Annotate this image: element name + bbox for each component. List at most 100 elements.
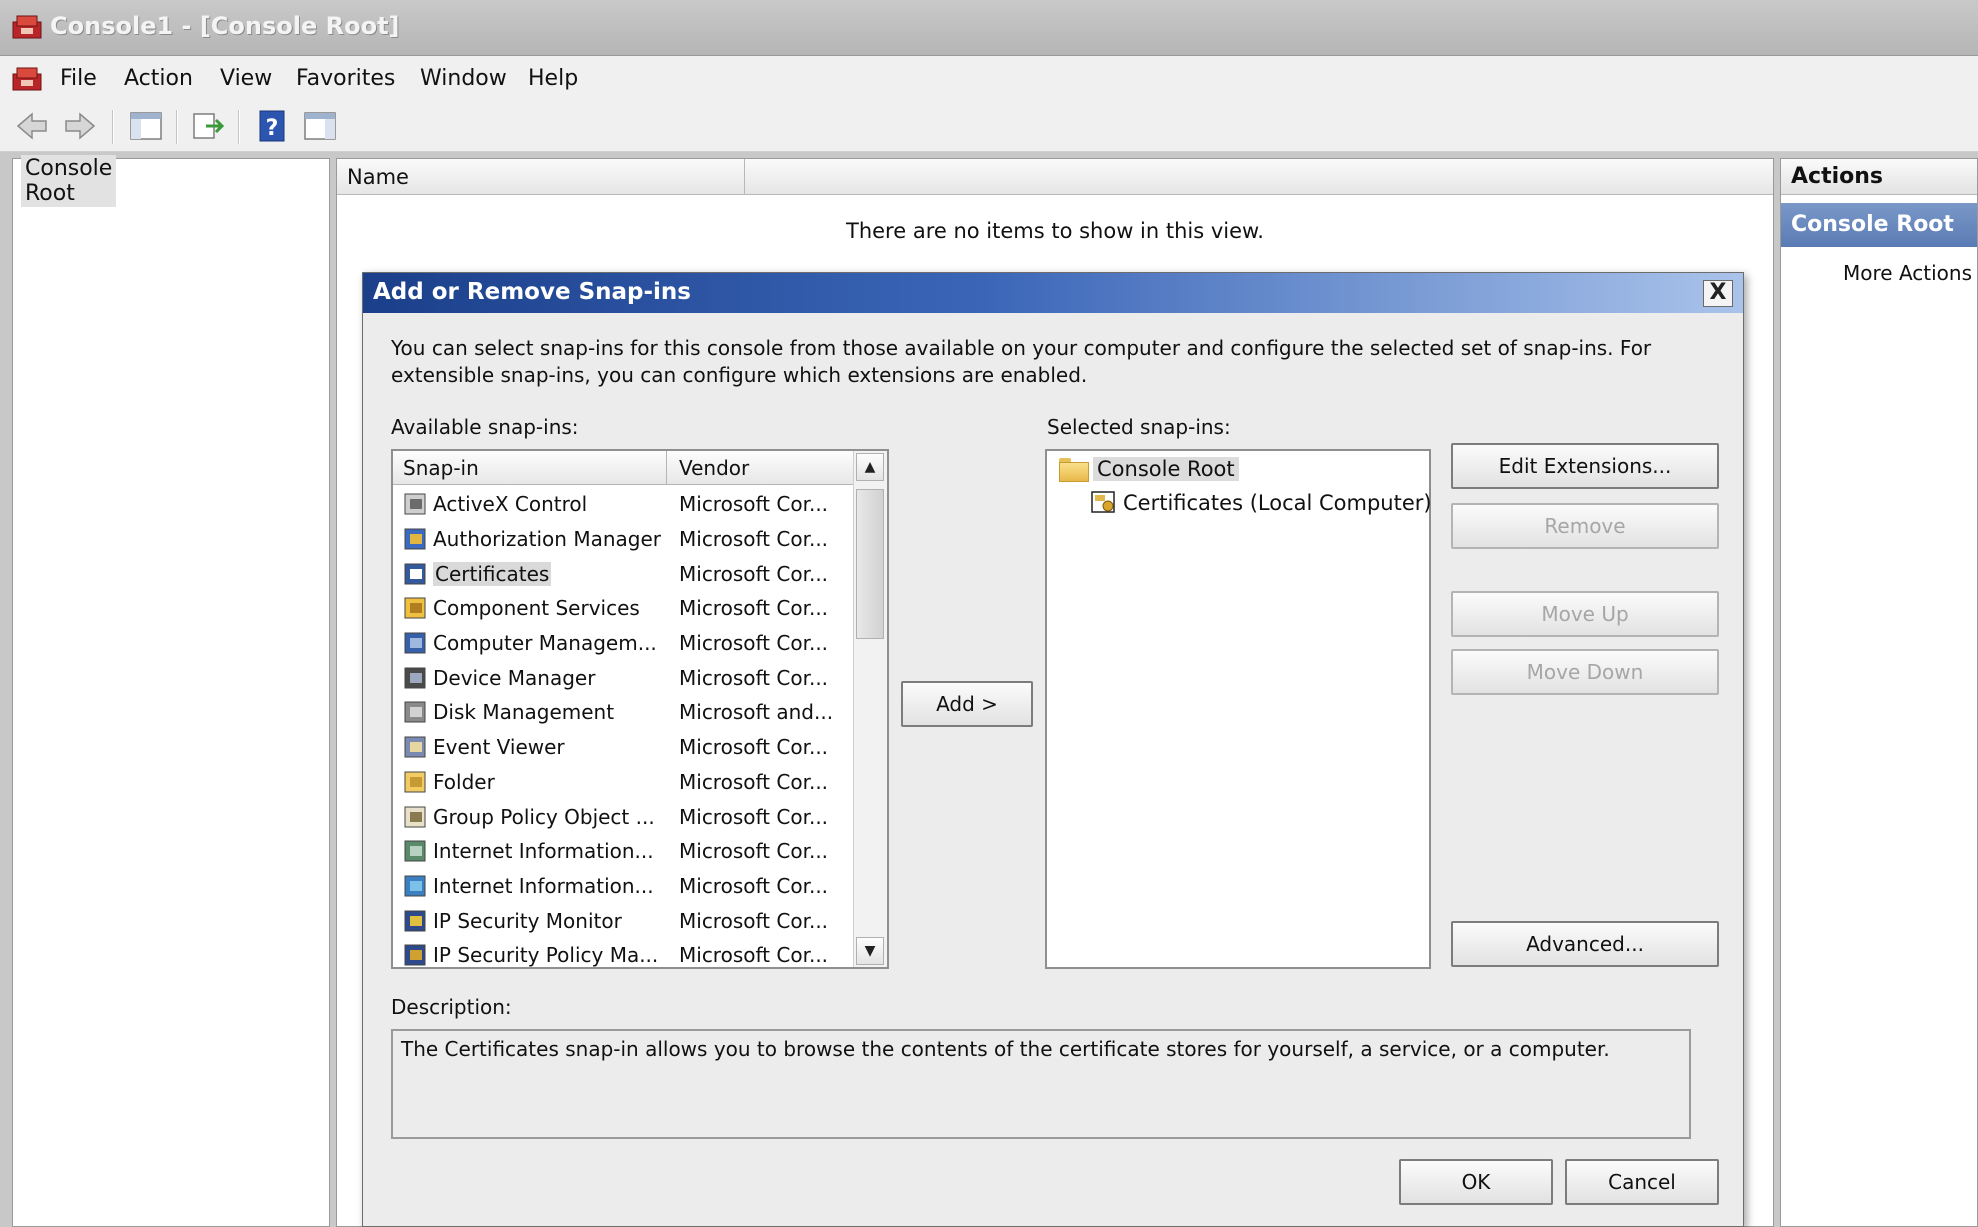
column-header-snapin[interactable]: Snap-in: [393, 451, 667, 485]
snapin-vendor: Microsoft Cor...: [679, 631, 829, 656]
computer-management-icon: [404, 632, 426, 654]
snapin-row[interactable]: Authorization Manager Microsoft Cor...: [393, 522, 853, 557]
selected-tree-console-root[interactable]: Console Root: [1059, 457, 1239, 482]
snapin-row[interactable]: IP Security Policy Ma... Microsoft Cor...: [393, 938, 853, 968]
window-title: Console1 - [Console Root]: [50, 12, 400, 40]
snapin-name: Authorization Manager: [433, 527, 663, 551]
snapin-name-text: Certificates: [433, 561, 552, 586]
snapin-name: Internet Information...: [433, 839, 663, 863]
snapin-row[interactable]: Component Services Microsoft Cor...: [393, 591, 853, 626]
tree-item-console-root[interactable]: Console Root: [21, 155, 117, 207]
remove-button[interactable]: Remove: [1451, 503, 1719, 549]
snapin-row[interactable]: Internet Information... Microsoft Cor...: [393, 834, 853, 869]
event-viewer-icon: [404, 736, 426, 758]
iis-globe-icon: [404, 875, 426, 897]
snapin-row[interactable]: Internet Information... Microsoft Cor...: [393, 869, 853, 904]
ok-button[interactable]: OK: [1399, 1159, 1553, 1205]
snapin-name-text: Internet Information...: [433, 839, 654, 864]
snapin-name: Certificates: [433, 561, 663, 586]
available-list-header: Snap-in Vendor: [393, 451, 853, 485]
edit-extensions-button[interactable]: Edit Extensions...: [1451, 443, 1719, 489]
export-list-icon[interactable]: [190, 108, 226, 144]
snapin-name: Folder: [433, 770, 663, 794]
toolbar-separator: [176, 110, 178, 144]
activex-icon: [404, 493, 426, 515]
menu-help[interactable]: Help: [522, 63, 584, 95]
empty-view-message: There are no items to show in this view.: [846, 219, 1264, 243]
snapin-name-text: Event Viewer: [433, 735, 565, 760]
dialog-intro-text: You can select snap-ins for this console…: [391, 336, 1652, 387]
move-up-button[interactable]: Move Up: [1451, 591, 1719, 637]
show-hide-action-pane-icon[interactable]: [302, 108, 338, 144]
snapin-vendor: Microsoft Cor...: [679, 492, 829, 517]
snapin-row[interactable]: Folder Microsoft Cor...: [393, 765, 853, 800]
snapin-name: Computer Managem...: [433, 631, 663, 655]
scroll-up-icon[interactable]: ▲: [856, 453, 884, 481]
selected-tree-certificates[interactable]: Certificates (Local Computer): [1089, 489, 1432, 517]
selected-snapins-tree[interactable]: Console Root Certificates (Local Compute…: [1045, 449, 1432, 969]
snapin-name-text: Internet Information...: [433, 873, 654, 898]
menu-action[interactable]: Action: [118, 63, 199, 95]
show-hide-tree-icon[interactable]: [128, 108, 164, 144]
snapin-row[interactable]: Group Policy Object ... Microsoft Cor...: [393, 799, 853, 834]
snapin-vendor: Microsoft Cor...: [679, 943, 829, 968]
add-button[interactable]: Add >: [901, 681, 1033, 727]
ip-security-monitor-icon: [404, 910, 426, 932]
toolbar: ?: [0, 102, 1978, 152]
list-scrollbar[interactable]: ▲ ▼: [853, 451, 887, 967]
snapin-name: Disk Management: [433, 700, 663, 724]
snapin-row[interactable]: IP Security Monitor Microsoft Cor...: [393, 903, 853, 938]
cancel-button[interactable]: Cancel: [1565, 1159, 1719, 1205]
snapin-name: Group Policy Object ...: [433, 805, 663, 829]
results-column-header: Name: [337, 159, 1773, 195]
forward-icon[interactable]: [62, 108, 98, 144]
snapin-row[interactable]: Disk Management Microsoft and...: [393, 695, 853, 730]
mmc-menu-icon[interactable]: [12, 66, 42, 92]
snapin-row[interactable]: ActiveX Control Microsoft Cor...: [393, 487, 853, 522]
snapin-vendor: Microsoft Cor...: [679, 665, 829, 690]
snapin-name-text: IP Security Policy Ma...: [433, 943, 659, 968]
menu-favorites[interactable]: Favorites: [290, 63, 401, 95]
scroll-thumb[interactable]: [856, 489, 884, 639]
snapin-row[interactable]: Device Manager Microsoft Cor...: [393, 660, 853, 695]
snapin-name: Component Services: [433, 596, 663, 620]
back-icon[interactable]: [14, 108, 50, 144]
toolbar-separator: [238, 110, 240, 144]
help-icon[interactable]: ?: [254, 108, 290, 144]
snapin-name-text: Component Services: [433, 596, 640, 621]
snapin-name: Event Viewer: [433, 735, 663, 759]
move-down-button[interactable]: Move Down: [1451, 649, 1719, 695]
disk-management-icon: [404, 701, 426, 723]
snapin-name-text: IP Security Monitor: [433, 908, 622, 933]
snapin-name-text: Computer Managem...: [433, 631, 657, 656]
snapin-vendor: Microsoft Cor...: [679, 908, 829, 933]
snapin-row[interactable]: Computer Managem... Microsoft Cor...: [393, 626, 853, 661]
snapin-row[interactable]: Event Viewer Microsoft Cor...: [393, 730, 853, 765]
snapin-name-text: ActiveX Control: [433, 492, 588, 517]
column-header-name[interactable]: Name: [337, 159, 745, 195]
snapin-name: IP Security Policy Ma...: [433, 943, 663, 967]
actions-section-console-root[interactable]: Console Root: [1781, 203, 1977, 247]
available-snapins-label: Available snap-ins:: [391, 415, 579, 439]
snapin-name-text: Device Manager: [433, 665, 596, 690]
menu-window[interactable]: Window: [414, 63, 513, 95]
selected-tree-root-label: Console Root: [1093, 457, 1239, 481]
actions-header: Actions: [1781, 159, 1977, 195]
snapin-name-text: Group Policy Object ...: [433, 804, 655, 829]
advanced-button[interactable]: Advanced...: [1451, 921, 1719, 967]
scroll-down-icon[interactable]: ▼: [856, 937, 884, 965]
available-list-rows: ActiveX Control Microsoft Cor... Authoriza…: [393, 487, 853, 968]
description-label: Description:: [391, 995, 512, 1019]
snapin-vendor: Microsoft Cor...: [679, 596, 829, 621]
close-icon[interactable]: X: [1703, 280, 1733, 307]
snapin-name: ActiveX Control: [433, 492, 663, 516]
window-title-bar: Console1 - [Console Root]: [0, 0, 1978, 56]
available-snapins-list[interactable]: Snap-in Vendor ActiveX Control Microsoft …: [391, 449, 889, 969]
menu-file[interactable]: File: [54, 63, 103, 95]
more-actions-link[interactable]: More Actions: [1843, 261, 1972, 285]
snapin-row[interactable]: Certificates Microsoft Cor...: [393, 556, 853, 591]
column-header-vendor[interactable]: Vendor: [667, 451, 853, 485]
menu-view[interactable]: View: [214, 63, 278, 95]
snapin-name: Device Manager: [433, 666, 663, 690]
dialog-title-bar: Add or Remove Snap-ins X: [363, 273, 1743, 313]
